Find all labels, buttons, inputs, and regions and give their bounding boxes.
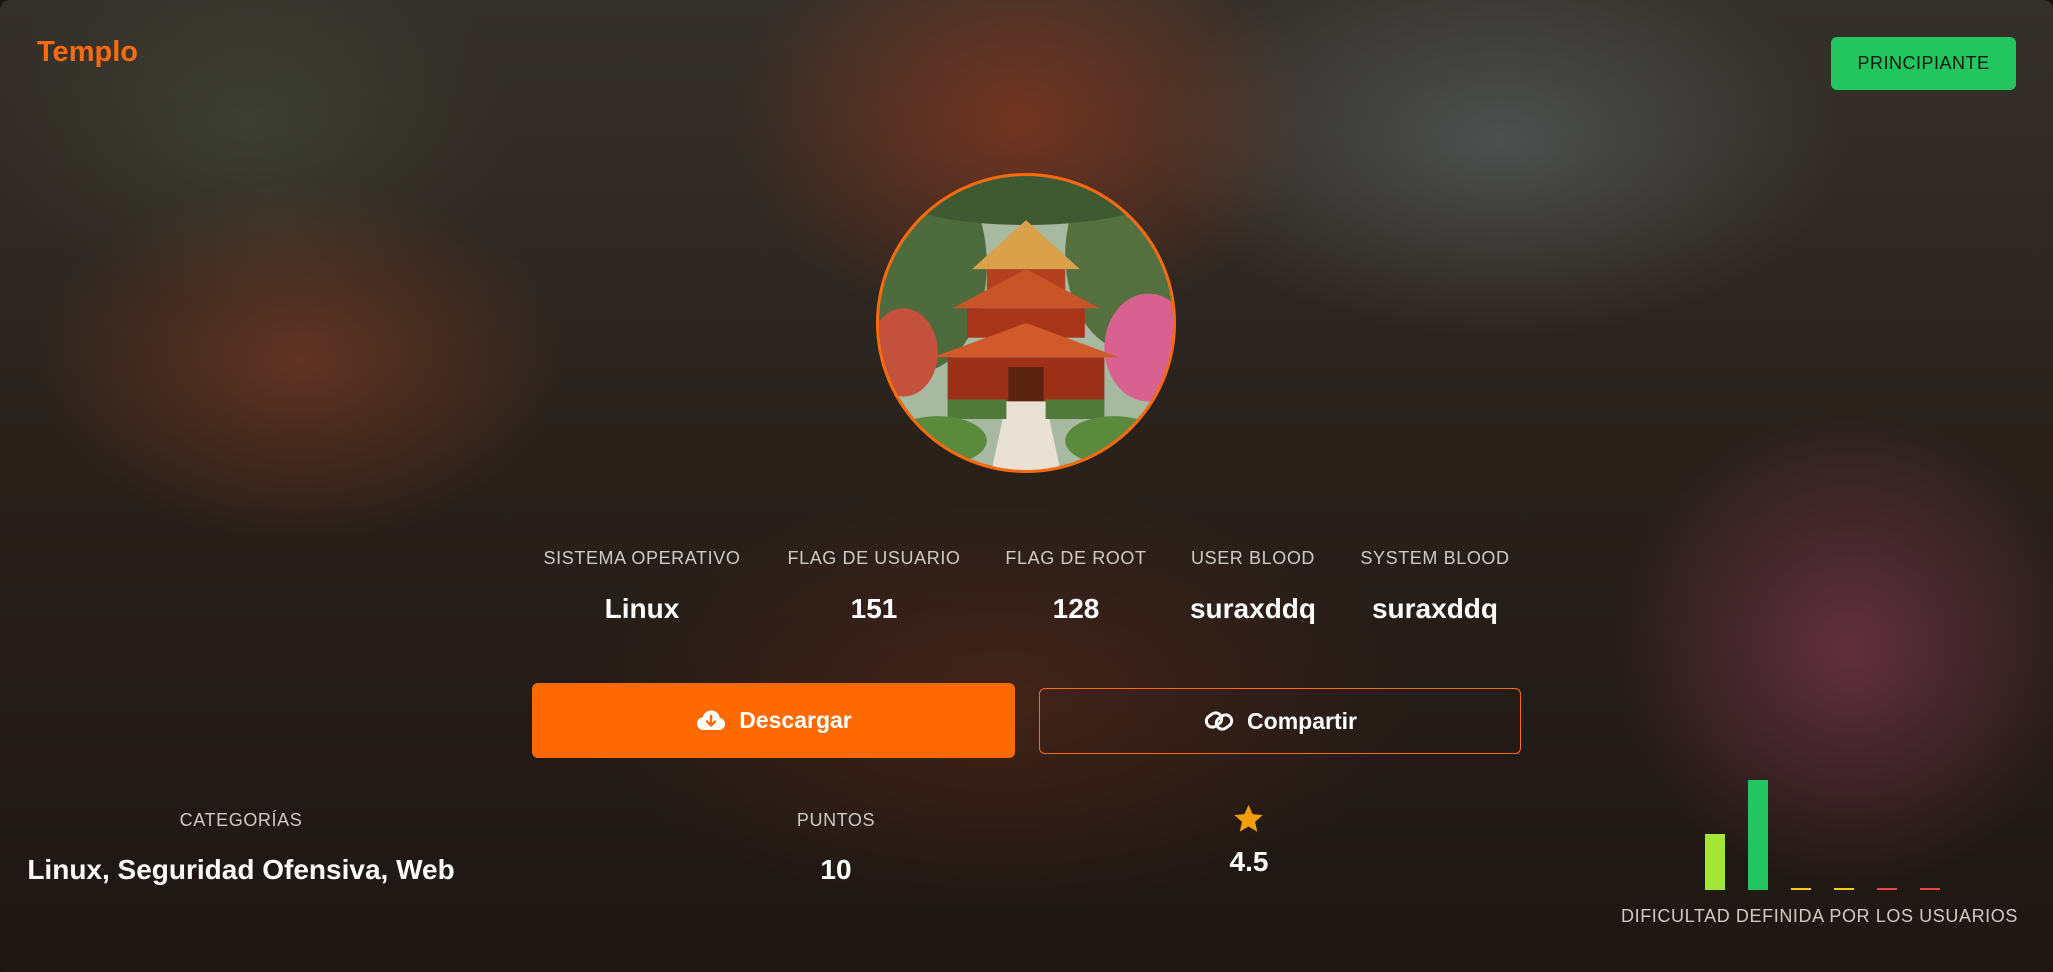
download-label: Descargar [739, 707, 852, 733]
points-value: 10 [820, 854, 852, 885]
stat-os: SISTEMA OPERATIVO Linux [544, 548, 741, 625]
difficulty-label: DIFICULTAD DEFINIDA POR LOS USUARIOS [1621, 906, 2018, 926]
stat-user-flag-value: 151 [850, 593, 898, 624]
categories-label: CATEGORÍAS [179, 810, 303, 830]
rating: 4.5 [1229, 804, 1269, 878]
temple-image [879, 176, 1173, 470]
stat-user-flag: FLAG DE USUARIO 151 [787, 548, 960, 625]
cloud-download-icon [697, 710, 726, 730]
categories: CATEGORÍAS Linux, Seguridad Ofensiva, We… [27, 810, 454, 886]
stat-system-blood-value: suraxddq [1371, 593, 1499, 624]
star-icon [1234, 804, 1264, 832]
machine-avatar [876, 173, 1176, 473]
stat-user-blood: USER BLOOD suraxddq [1190, 548, 1316, 625]
difficulty-bar-6 [1920, 888, 1940, 890]
stat-os-value: Linux [604, 593, 680, 624]
stat-system-blood-label: SYSTEM BLOOD [1360, 548, 1510, 568]
difficulty-bar-4 [1834, 888, 1854, 890]
difficulty-bar-5 [1877, 888, 1897, 890]
points: PUNTOS 10 [797, 810, 875, 886]
stat-os-label: SISTEMA OPERATIVO [543, 548, 741, 568]
share-label: Compartir [1247, 707, 1357, 734]
points-label: PUNTOS [796, 810, 876, 830]
machine-title: Templo [37, 36, 138, 68]
stat-system-blood: SYSTEM BLOOD suraxddq [1360, 548, 1509, 625]
stat-user-flag-label: FLAG DE USUARIO [787, 548, 961, 568]
download-button[interactable]: Descargar [532, 683, 1015, 758]
categories-value: Linux, Seguridad Ofensiva, Web [27, 854, 455, 885]
rating-value: 4.5 [1229, 846, 1269, 877]
stat-user-blood-label: USER BLOOD [1190, 548, 1316, 568]
stat-user-blood-value: suraxddq [1189, 593, 1317, 624]
difficulty-bar-1 [1705, 834, 1725, 890]
machine-card: Templo PRINCIPIANTE SISTEMA OPERATIVO Li… [0, 0, 2053, 972]
difficulty-bar-3 [1791, 888, 1811, 890]
stat-root-flag-label: FLAG DE ROOT [1005, 548, 1147, 568]
link-icon [1204, 711, 1234, 731]
difficulty-badge[interactable]: PRINCIPIANTE [1831, 37, 2016, 90]
difficulty-bar-2 [1748, 780, 1768, 890]
stat-root-flag: FLAG DE ROOT 128 [1005, 548, 1146, 625]
stat-root-flag-value: 128 [1052, 593, 1100, 624]
share-button[interactable]: Compartir [1039, 688, 1521, 754]
